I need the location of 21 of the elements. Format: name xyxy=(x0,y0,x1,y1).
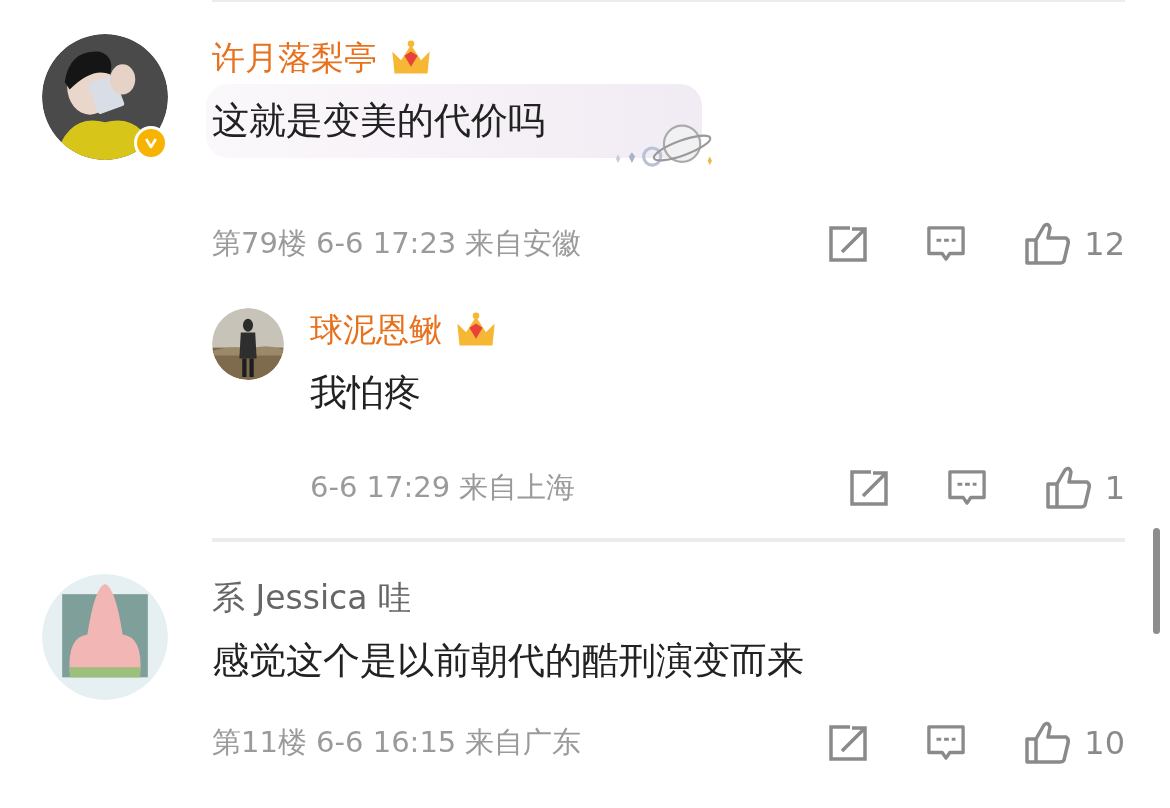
share-icon[interactable] xyxy=(828,724,869,762)
share-icon[interactable] xyxy=(828,225,869,263)
username[interactable]: 系 Jessica 哇 xyxy=(212,575,411,621)
like-icon[interactable] xyxy=(1024,222,1071,266)
like-icon[interactable] xyxy=(1024,721,1071,765)
share-icon[interactable] xyxy=(848,469,889,507)
comment-text: 我怕疼 xyxy=(310,370,421,416)
username[interactable]: 许月落梨亭 xyxy=(212,35,377,81)
comment-icon[interactable] xyxy=(926,724,967,762)
comment-icon[interactable] xyxy=(946,469,987,507)
comment-icon[interactable] xyxy=(926,225,967,263)
like-count: 10 xyxy=(1084,724,1125,762)
comment-text: 感觉这个是以前朝代的酷刑演变而来 xyxy=(212,638,804,684)
like-icon[interactable] xyxy=(1044,466,1091,510)
like-count: 1 xyxy=(1104,469,1125,507)
comment-meta: 第79楼 6-6 17:23 来自安徽 xyxy=(212,225,582,262)
comment-meta: 6-6 17:29 来自上海 xyxy=(310,469,576,506)
like-count: 12 xyxy=(1084,225,1125,263)
username[interactable]: 球泥恩鳅 xyxy=(310,307,442,353)
comment-text: 这就是变美的代价吗 xyxy=(212,98,545,144)
comment-meta: 第11楼 6-6 16:15 来自广东 xyxy=(212,724,582,761)
